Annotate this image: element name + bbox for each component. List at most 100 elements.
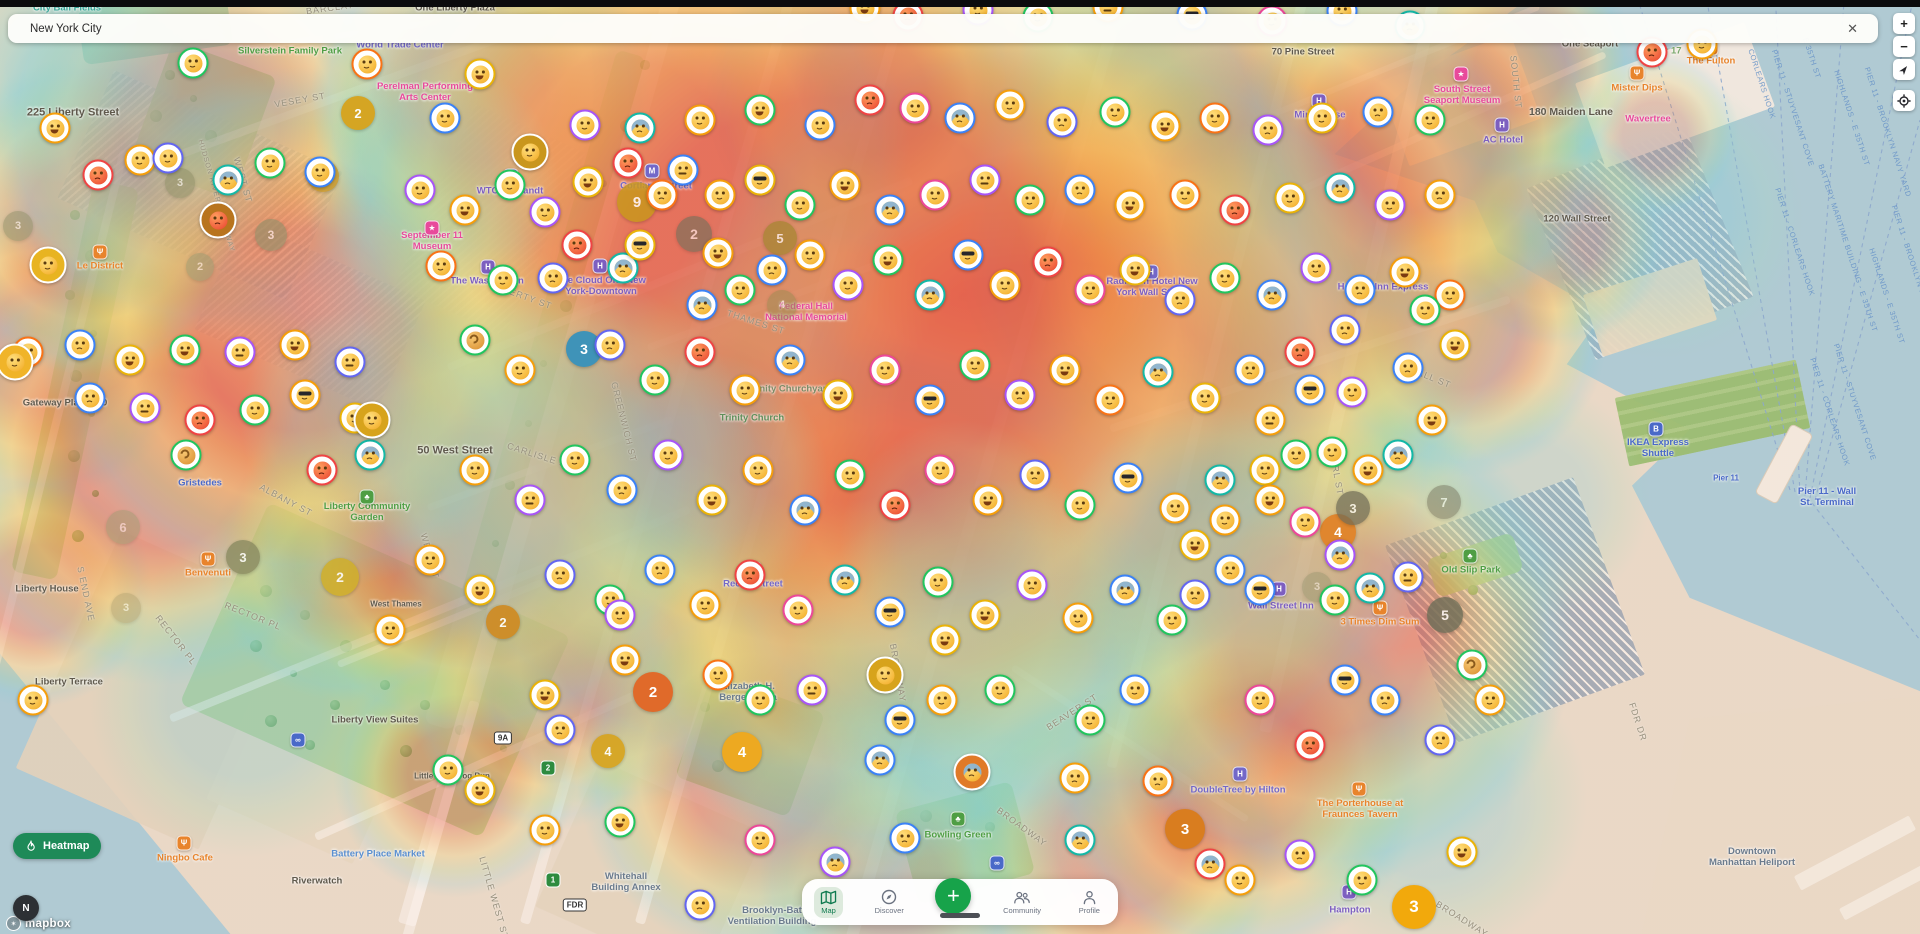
emoji-marker[interactable] <box>703 660 734 691</box>
cluster-marker[interactable]: 4 <box>591 734 625 768</box>
emoji-marker[interactable] <box>640 365 671 396</box>
emoji-marker[interactable] <box>870 355 901 386</box>
emoji-marker[interactable] <box>0 344 34 381</box>
emoji-marker[interactable] <box>530 815 561 846</box>
emoji-marker[interactable] <box>1290 507 1321 538</box>
emoji-marker[interactable] <box>1220 195 1251 226</box>
emoji-marker[interactable] <box>954 754 991 791</box>
emoji-marker[interactable] <box>1160 493 1191 524</box>
emoji-marker[interactable] <box>1033 247 1064 278</box>
poi-icon[interactable]: M <box>645 164 660 179</box>
emoji-marker[interactable] <box>875 597 906 628</box>
emoji-marker[interactable] <box>1425 180 1456 211</box>
emoji-marker[interactable] <box>1330 665 1361 696</box>
emoji-marker[interactable] <box>970 165 1001 196</box>
emoji-marker[interactable] <box>1020 460 1051 491</box>
emoji-marker[interactable] <box>1257 280 1288 311</box>
emoji-marker[interactable] <box>930 625 961 656</box>
emoji-marker[interactable] <box>1370 685 1401 716</box>
emoji-marker[interactable] <box>925 455 956 486</box>
emoji-marker[interactable] <box>185 405 216 436</box>
emoji-marker[interactable] <box>830 565 861 596</box>
emoji-marker[interactable] <box>1115 190 1146 221</box>
emoji-marker[interactable] <box>1165 285 1196 316</box>
cluster-marker[interactable]: 4 <box>767 290 797 320</box>
emoji-marker[interactable] <box>1253 115 1284 146</box>
emoji-marker[interactable] <box>1410 295 1441 326</box>
cluster-marker[interactable]: 7 <box>1427 485 1461 519</box>
emoji-marker[interactable] <box>415 545 446 576</box>
cluster-marker[interactable]: 5 <box>1427 597 1463 633</box>
emoji-marker[interactable] <box>873 245 904 276</box>
emoji-marker[interactable] <box>625 230 656 261</box>
emoji-marker[interactable] <box>1143 766 1174 797</box>
emoji-marker[interactable] <box>562 230 593 261</box>
poi-icon[interactable]: H <box>1233 767 1248 782</box>
cluster-marker[interactable]: 3 <box>255 219 287 251</box>
search-input[interactable]: New York City <box>30 23 102 35</box>
emoji-marker[interactable] <box>1210 263 1241 294</box>
emoji-marker[interactable] <box>647 180 678 211</box>
cluster-marker[interactable]: 3 <box>226 540 260 574</box>
poi-icon[interactable]: H <box>593 259 608 274</box>
emoji-marker[interactable] <box>75 383 106 414</box>
emoji-marker[interactable] <box>280 330 311 361</box>
emoji-marker[interactable] <box>745 95 776 126</box>
emoji-marker[interactable] <box>1120 255 1151 286</box>
emoji-marker[interactable] <box>570 110 601 141</box>
emoji-marker[interactable] <box>1143 357 1174 388</box>
emoji-marker[interactable] <box>1440 330 1471 361</box>
emoji-marker[interactable] <box>880 490 911 521</box>
emoji-marker[interactable] <box>1095 385 1126 416</box>
cluster-marker[interactable]: 3 <box>1336 491 1370 525</box>
mapbox-attribution[interactable]: ✶ mapbox <box>6 916 71 931</box>
emoji-marker[interactable] <box>745 165 776 196</box>
emoji-marker[interactable] <box>915 280 946 311</box>
emoji-marker[interactable] <box>18 685 49 716</box>
emoji-marker[interactable] <box>1301 253 1332 284</box>
emoji-marker[interactable] <box>450 195 481 226</box>
emoji-marker[interactable] <box>1225 865 1256 896</box>
emoji-marker[interactable] <box>973 485 1004 516</box>
emoji-marker[interactable] <box>1375 190 1406 221</box>
cluster-marker[interactable]: 3 <box>3 211 33 241</box>
emoji-marker[interactable] <box>668 155 699 186</box>
emoji-marker[interactable] <box>685 337 716 368</box>
emoji-marker[interactable] <box>985 675 1016 706</box>
emoji-marker[interactable] <box>875 195 906 226</box>
emoji-marker[interactable] <box>488 265 519 296</box>
cluster-marker[interactable]: 3 <box>1165 809 1205 849</box>
emoji-marker[interactable] <box>335 347 366 378</box>
emoji-marker[interactable] <box>1200 103 1231 134</box>
emoji-marker[interactable] <box>130 393 161 424</box>
emoji-marker[interactable] <box>697 485 728 516</box>
emoji-marker[interactable] <box>354 402 391 439</box>
emoji-marker[interactable] <box>605 807 636 838</box>
heatmap-toggle-button[interactable]: Heatmap <box>13 833 101 859</box>
close-icon[interactable]: ✕ <box>1841 19 1864 39</box>
emoji-marker[interactable] <box>605 600 636 631</box>
emoji-marker[interactable] <box>785 190 816 221</box>
cluster-marker[interactable]: 5 <box>763 221 797 255</box>
emoji-marker[interactable] <box>1425 725 1456 756</box>
poi-icon[interactable]: ∞ <box>990 856 1005 871</box>
emoji-marker[interactable] <box>1150 111 1181 142</box>
emoji-marker[interactable] <box>885 705 916 736</box>
emoji-marker[interactable] <box>1320 585 1351 616</box>
emoji-marker[interactable] <box>30 247 67 284</box>
emoji-marker[interactable] <box>613 148 644 179</box>
emoji-marker[interactable] <box>687 290 718 321</box>
emoji-marker[interactable] <box>1447 837 1478 868</box>
emoji-marker[interactable] <box>1295 730 1326 761</box>
tab-community[interactable]: Community <box>997 887 1047 918</box>
emoji-marker[interactable] <box>1060 763 1091 794</box>
emoji-marker[interactable] <box>797 675 828 706</box>
emoji-marker[interactable] <box>835 460 866 491</box>
emoji-marker[interactable] <box>40 113 71 144</box>
emoji-marker[interactable] <box>178 48 209 79</box>
emoji-marker[interactable] <box>460 455 491 486</box>
emoji-marker[interactable] <box>1337 377 1368 408</box>
bearing-compass-button[interactable] <box>1893 59 1915 80</box>
emoji-marker[interactable] <box>352 49 383 80</box>
emoji-marker[interactable] <box>725 275 756 306</box>
